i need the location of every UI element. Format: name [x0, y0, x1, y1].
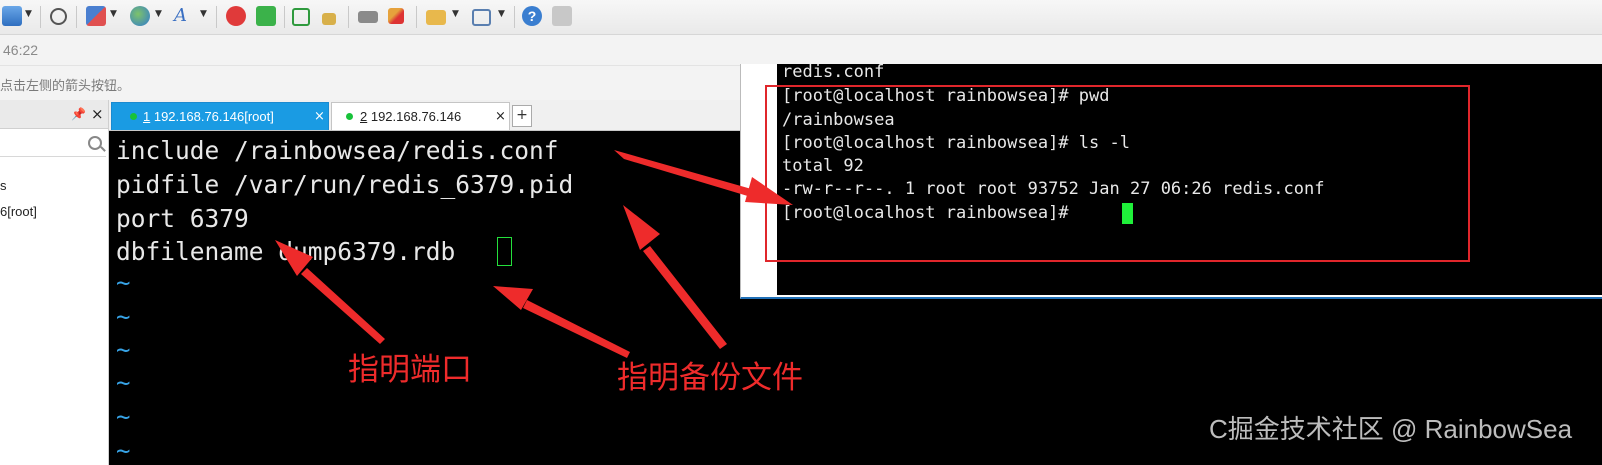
annotation-backup: 指明备份文件 — [617, 360, 803, 396]
session-panel: 📌 × s 6[root] — [0, 100, 109, 465]
vim-empty-line-marker: ~ — [116, 336, 131, 364]
vim-empty-line-marker: ~ — [116, 437, 131, 465]
hint-row: 点击左侧的箭头按钮。 — [0, 66, 760, 100]
chevron-down-icon[interactable]: ▼ — [25, 9, 32, 19]
watermark: C掘金技术社区 @ RainbowSea — [1209, 414, 1573, 444]
session-tree-item[interactable]: s — [0, 178, 7, 193]
tab-session-1[interactable]: 1 192.168.76.146[root] × — [111, 102, 329, 130]
time-label: 46:22 — [3, 42, 39, 58]
connected-dot-icon — [130, 113, 137, 120]
terminal-line: dbfilename dump6379.rdb — [116, 237, 456, 266]
chevron-down-icon[interactable]: ▼ — [200, 9, 207, 19]
session-search-input[interactable] — [0, 132, 106, 157]
toolbar-separator — [40, 6, 41, 28]
layout-icon[interactable] — [86, 6, 106, 26]
terminal-line: pidfile /var/run/redis_6379.pid — [116, 170, 574, 199]
toolbar-separator — [76, 6, 77, 28]
annotation-port: 指明端口 — [348, 352, 472, 388]
session-panel-header: 📌 × — [0, 100, 108, 129]
highlighter-icon[interactable] — [388, 8, 404, 24]
window-layout-icon[interactable] — [472, 9, 491, 26]
close-tab-icon[interactable]: × — [495, 103, 506, 130]
search-icon[interactable] — [50, 8, 67, 25]
lock-icon[interactable] — [322, 13, 336, 25]
globe-icon[interactable] — [130, 6, 150, 26]
help-icon[interactable]: ? — [522, 6, 542, 26]
tab-label: 192.168.76.146 — [367, 109, 462, 124]
vim-empty-line-marker: ~ — [116, 303, 131, 331]
session-tab-bar: 1 192.168.76.146[root] × 2 192.168.76.14… — [109, 100, 740, 131]
chevron-down-icon[interactable]: ▼ — [155, 9, 162, 19]
green-transfer-icon[interactable] — [256, 6, 276, 26]
connected-dot-icon — [346, 113, 353, 120]
hint-label: 点击左侧的箭头按钮。 — [0, 78, 131, 93]
terminal-line: include /rainbowsea/redis.conf — [116, 136, 559, 165]
inset-terminal-screenshot: redis.conf [root@localhost rainbowsea]# … — [740, 64, 1602, 299]
tab-session-2[interactable]: 2 192.168.76.146 × — [331, 102, 510, 130]
folder-add-icon[interactable] — [426, 10, 446, 25]
toolbar-separator — [348, 6, 349, 28]
add-tab-button[interactable]: + — [512, 105, 532, 127]
chevron-down-icon[interactable]: ▼ — [452, 9, 459, 19]
highlight-box — [765, 85, 1470, 262]
close-tab-icon[interactable]: × — [314, 103, 325, 130]
terminal-line: port 6379 — [116, 204, 249, 233]
chevron-down-icon[interactable]: ▼ — [498, 9, 505, 19]
inset-terminal-line: redis.conf — [782, 64, 885, 82]
toolbar-separator — [284, 6, 285, 28]
chevron-down-icon[interactable]: ▼ — [110, 9, 117, 19]
search-icon[interactable] — [88, 136, 102, 150]
vim-empty-line-marker: ~ — [116, 369, 131, 397]
tab-label: 192.168.76.146[root] — [150, 109, 274, 124]
vim-cursor — [497, 237, 512, 266]
chat-icon[interactable] — [552, 6, 572, 26]
session-tree-item[interactable]: 6[root] — [0, 204, 37, 219]
toolbar-separator — [514, 6, 515, 28]
toolbar-separator — [216, 6, 217, 28]
keyboard-icon[interactable] — [358, 11, 378, 23]
new-session-icon[interactable] — [2, 6, 22, 26]
fullscreen-icon[interactable] — [292, 8, 310, 26]
close-icon[interactable]: × — [91, 105, 104, 123]
vim-empty-line-marker: ~ — [116, 403, 131, 431]
toolbar-separator — [416, 6, 417, 28]
font-icon[interactable]: A — [174, 6, 194, 26]
pin-icon[interactable]: 📌 — [71, 107, 86, 121]
red-swirl-icon[interactable] — [226, 6, 246, 26]
vim-empty-line-marker: ~ — [116, 269, 131, 297]
time-row: 46:22 — [0, 35, 1602, 66]
toolbar: ▼ ▼ ▼ A ▼ ▼ ▼ ? — [0, 0, 1602, 35]
